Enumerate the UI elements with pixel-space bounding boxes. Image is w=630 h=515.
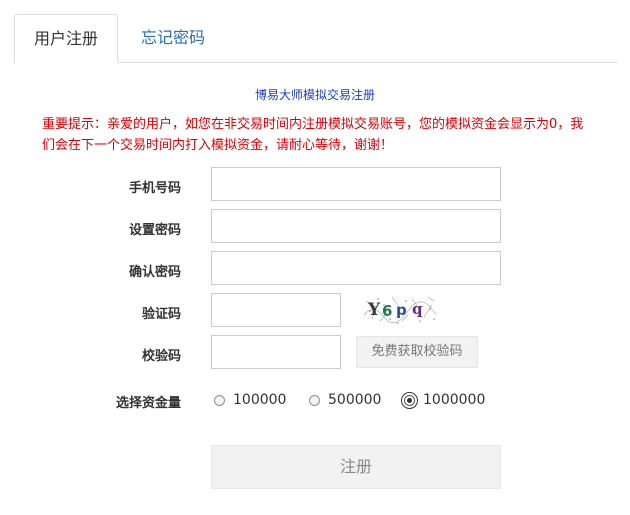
svg-text:q: q	[412, 300, 423, 318]
tab-bar: 用户注册 忘记密码	[14, 14, 618, 63]
get-verify-code-button[interactable]: 免费获取校验码	[356, 336, 478, 368]
confirm-password-label: 确认密码	[128, 265, 181, 280]
radio-button[interactable]	[214, 394, 225, 406]
fund-option-label: 1000000	[423, 392, 486, 408]
fund-option-label: 100000	[233, 392, 287, 408]
verify-code-input[interactable]	[211, 335, 341, 369]
svg-text:6: 6	[382, 302, 392, 320]
svg-text:p: p	[396, 301, 407, 319]
fund-amount-label: 选择资金量	[115, 396, 181, 411]
radio-button[interactable]	[309, 394, 320, 406]
phone-input[interactable]	[211, 167, 501, 201]
svg-text:Y: Y	[367, 300, 381, 320]
form-title: 博易大师模拟交易注册	[254, 88, 375, 102]
verify-code-label: 校验码	[141, 349, 181, 364]
captcha-label: 验证码	[141, 307, 181, 322]
fund-option-1000000[interactable]: 1000000	[401, 390, 486, 410]
password-input[interactable]	[211, 209, 501, 243]
important-notice: 重要提示：亲爱的用户，如您在非交易时间内注册模拟交易账号，您的模拟资金会显示为0…	[42, 117, 584, 153]
fund-option-100000[interactable]: 100000	[214, 390, 286, 410]
tab-forgot-password[interactable]: 忘记密码	[118, 14, 228, 62]
confirm-password-input[interactable]	[211, 251, 501, 285]
fund-option-label: 500000	[328, 392, 382, 408]
tab-register[interactable]: 用户注册	[14, 14, 118, 63]
radio-button-selected[interactable]	[401, 391, 418, 409]
fund-option-500000[interactable]: 500000	[309, 390, 381, 410]
password-label: 设置密码	[128, 223, 181, 238]
phone-label: 手机号码	[128, 181, 181, 196]
captcha-image[interactable]: Y 6 p q	[362, 293, 438, 325]
captcha-input[interactable]	[211, 293, 341, 327]
register-button[interactable]: 注册	[211, 445, 501, 489]
